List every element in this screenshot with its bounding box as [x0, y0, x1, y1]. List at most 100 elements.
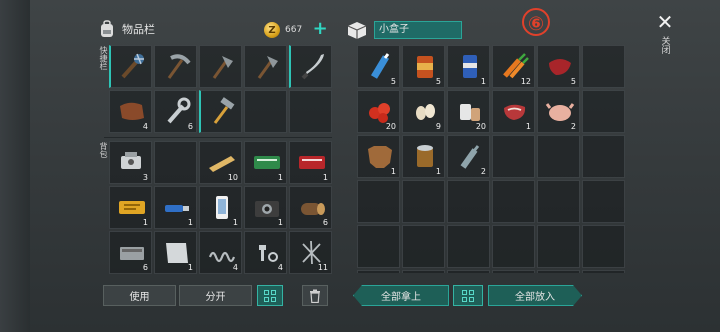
empty-slot[interactable]	[582, 180, 625, 223]
box-slot-garlic[interactable]: 9	[402, 90, 445, 133]
empty-slot[interactable]	[357, 180, 400, 223]
item-count: 1	[525, 122, 531, 131]
use-button[interactable]: 使用	[103, 285, 176, 306]
quick-slot-machete[interactable]	[289, 45, 332, 88]
empty-slot[interactable]	[582, 270, 625, 273]
backpack-slot-nails[interactable]: 11	[289, 231, 332, 274]
backpack-slot-camera[interactable]: 1	[244, 186, 287, 229]
empty-slot[interactable]	[582, 45, 625, 88]
empty-slot[interactable]	[447, 270, 490, 273]
coin-balance: Z 667 +	[264, 20, 328, 38]
trash-button[interactable]	[302, 285, 328, 306]
inventory-title: 物品栏	[122, 23, 155, 36]
item-count: 4	[142, 122, 148, 131]
empty-slot[interactable]	[154, 141, 197, 184]
item-count: 10	[227, 173, 238, 182]
backpack-icon	[101, 20, 113, 37]
grid-sort-icon	[462, 289, 474, 302]
item-count: 5	[390, 77, 396, 86]
grid-sort-icon	[264, 289, 276, 302]
empty-slot[interactable]	[447, 225, 490, 268]
backpack-slot-log[interactable]: 6	[289, 186, 332, 229]
empty-slot[interactable]	[582, 135, 625, 178]
quick-slot-pickaxe[interactable]	[154, 45, 197, 88]
sort-inventory-button[interactable]	[257, 285, 283, 306]
box-slot-pills[interactable]: 20	[447, 90, 490, 133]
take-all-button[interactable]: 全部拿上	[353, 285, 449, 306]
empty-slot[interactable]	[357, 225, 400, 268]
put-all-button[interactable]: 全部放入	[488, 285, 582, 306]
box-slot-raw-meat[interactable]: 5	[537, 45, 580, 88]
empty-slot[interactable]	[244, 90, 287, 133]
item-count: 2	[570, 122, 576, 131]
close-button[interactable]: ✕ 关闭	[655, 12, 675, 54]
box-slot-open-can[interactable]: 1	[402, 135, 445, 178]
split-button[interactable]: 分开	[179, 285, 252, 306]
empty-slot[interactable]	[537, 270, 580, 273]
empty-slot[interactable]	[402, 180, 445, 223]
box-slot-animal-hide[interactable]: 1	[357, 135, 400, 178]
box-slot-water-bottle[interactable]: 5	[357, 45, 400, 88]
item-count: 6	[187, 122, 193, 131]
empty-slot[interactable]	[492, 135, 535, 178]
item-count: 20	[475, 122, 486, 131]
item-count: 5	[435, 77, 441, 86]
box-slot-glass-bottle[interactable]: 2	[447, 135, 490, 178]
item-count: 1	[277, 218, 283, 227]
backpack-slot-spring[interactable]: 4	[199, 231, 242, 274]
item-count: 4	[232, 263, 238, 272]
quick-slot-wrench[interactable]: 6	[154, 90, 197, 133]
backpack-slot-yellow-ticket[interactable]: 1	[109, 186, 152, 229]
box-slot-tomatoes[interactable]: 20	[357, 90, 400, 133]
item-count: 1	[232, 218, 238, 227]
backpack-slot-metal-sheet[interactable]: 1	[154, 231, 197, 274]
empty-slot[interactable]	[582, 225, 625, 268]
box-scroll-area[interactable]: 5 5 1 12 5 20 9 20 1 2 1 1 2	[357, 45, 627, 273]
empty-slot[interactable]	[402, 225, 445, 268]
backpack-slot-battery[interactable]: 6	[109, 231, 152, 274]
close-icon: ✕	[656, 10, 674, 34]
screen-edge	[0, 0, 30, 332]
backpack-slot-green-coupon[interactable]: 1	[244, 141, 287, 184]
quick-slot-leather[interactable]: 4	[109, 90, 152, 133]
item-count: 5	[570, 77, 576, 86]
sort-box-button[interactable]	[453, 285, 483, 306]
backpack-slot-red-coupon[interactable]: 1	[289, 141, 332, 184]
box-slot-carrots[interactable]: 12	[492, 45, 535, 88]
quickbar-grid: 46	[109, 45, 332, 133]
item-count: 1	[322, 173, 328, 182]
empty-slot[interactable]	[402, 270, 445, 273]
empty-slot[interactable]	[537, 135, 580, 178]
backpack-slot-smartphone[interactable]: 1	[199, 186, 242, 229]
item-count: 6	[142, 263, 148, 272]
backpack-slot-usb-drive[interactable]: 1	[154, 186, 197, 229]
quick-slot-hammer[interactable]	[199, 90, 242, 133]
box-slot-steak[interactable]: 1	[492, 90, 535, 133]
step-badge: ⑥	[522, 8, 550, 36]
backpack-slot-engine-part[interactable]: 3	[109, 141, 152, 184]
empty-slot[interactable]	[492, 225, 535, 268]
box-slot-soda-can[interactable]: 1	[447, 45, 490, 88]
empty-slot[interactable]	[357, 270, 400, 273]
quick-slot-spiked-club[interactable]	[109, 45, 152, 88]
empty-slot[interactable]	[447, 180, 490, 223]
empty-slot[interactable]	[537, 180, 580, 223]
item-count: 1	[277, 173, 283, 182]
empty-slot[interactable]	[492, 270, 535, 273]
item-count: 2	[480, 167, 486, 176]
empty-slot[interactable]	[582, 90, 625, 133]
quick-slot-stone-axe[interactable]	[199, 45, 242, 88]
box-slot-chicken[interactable]: 2	[537, 90, 580, 133]
backpack-grid: 3 10 1 1 1 1 1 1 6 6 1 4 4 11	[109, 141, 332, 274]
backpack-slot-wood-plank[interactable]: 10	[199, 141, 242, 184]
empty-slot[interactable]	[492, 180, 535, 223]
backpack-slot-bolts[interactable]: 4	[244, 231, 287, 274]
box-slot-canned-food[interactable]: 5	[402, 45, 445, 88]
quick-slot-stone-axe[interactable]	[244, 45, 287, 88]
add-coins-button[interactable]: +	[312, 20, 328, 38]
empty-slot[interactable]	[289, 90, 332, 133]
inventory-header: 物品栏	[98, 20, 155, 38]
item-count: 11	[317, 263, 328, 272]
coin-amount: 667	[285, 25, 303, 35]
empty-slot[interactable]	[537, 225, 580, 268]
